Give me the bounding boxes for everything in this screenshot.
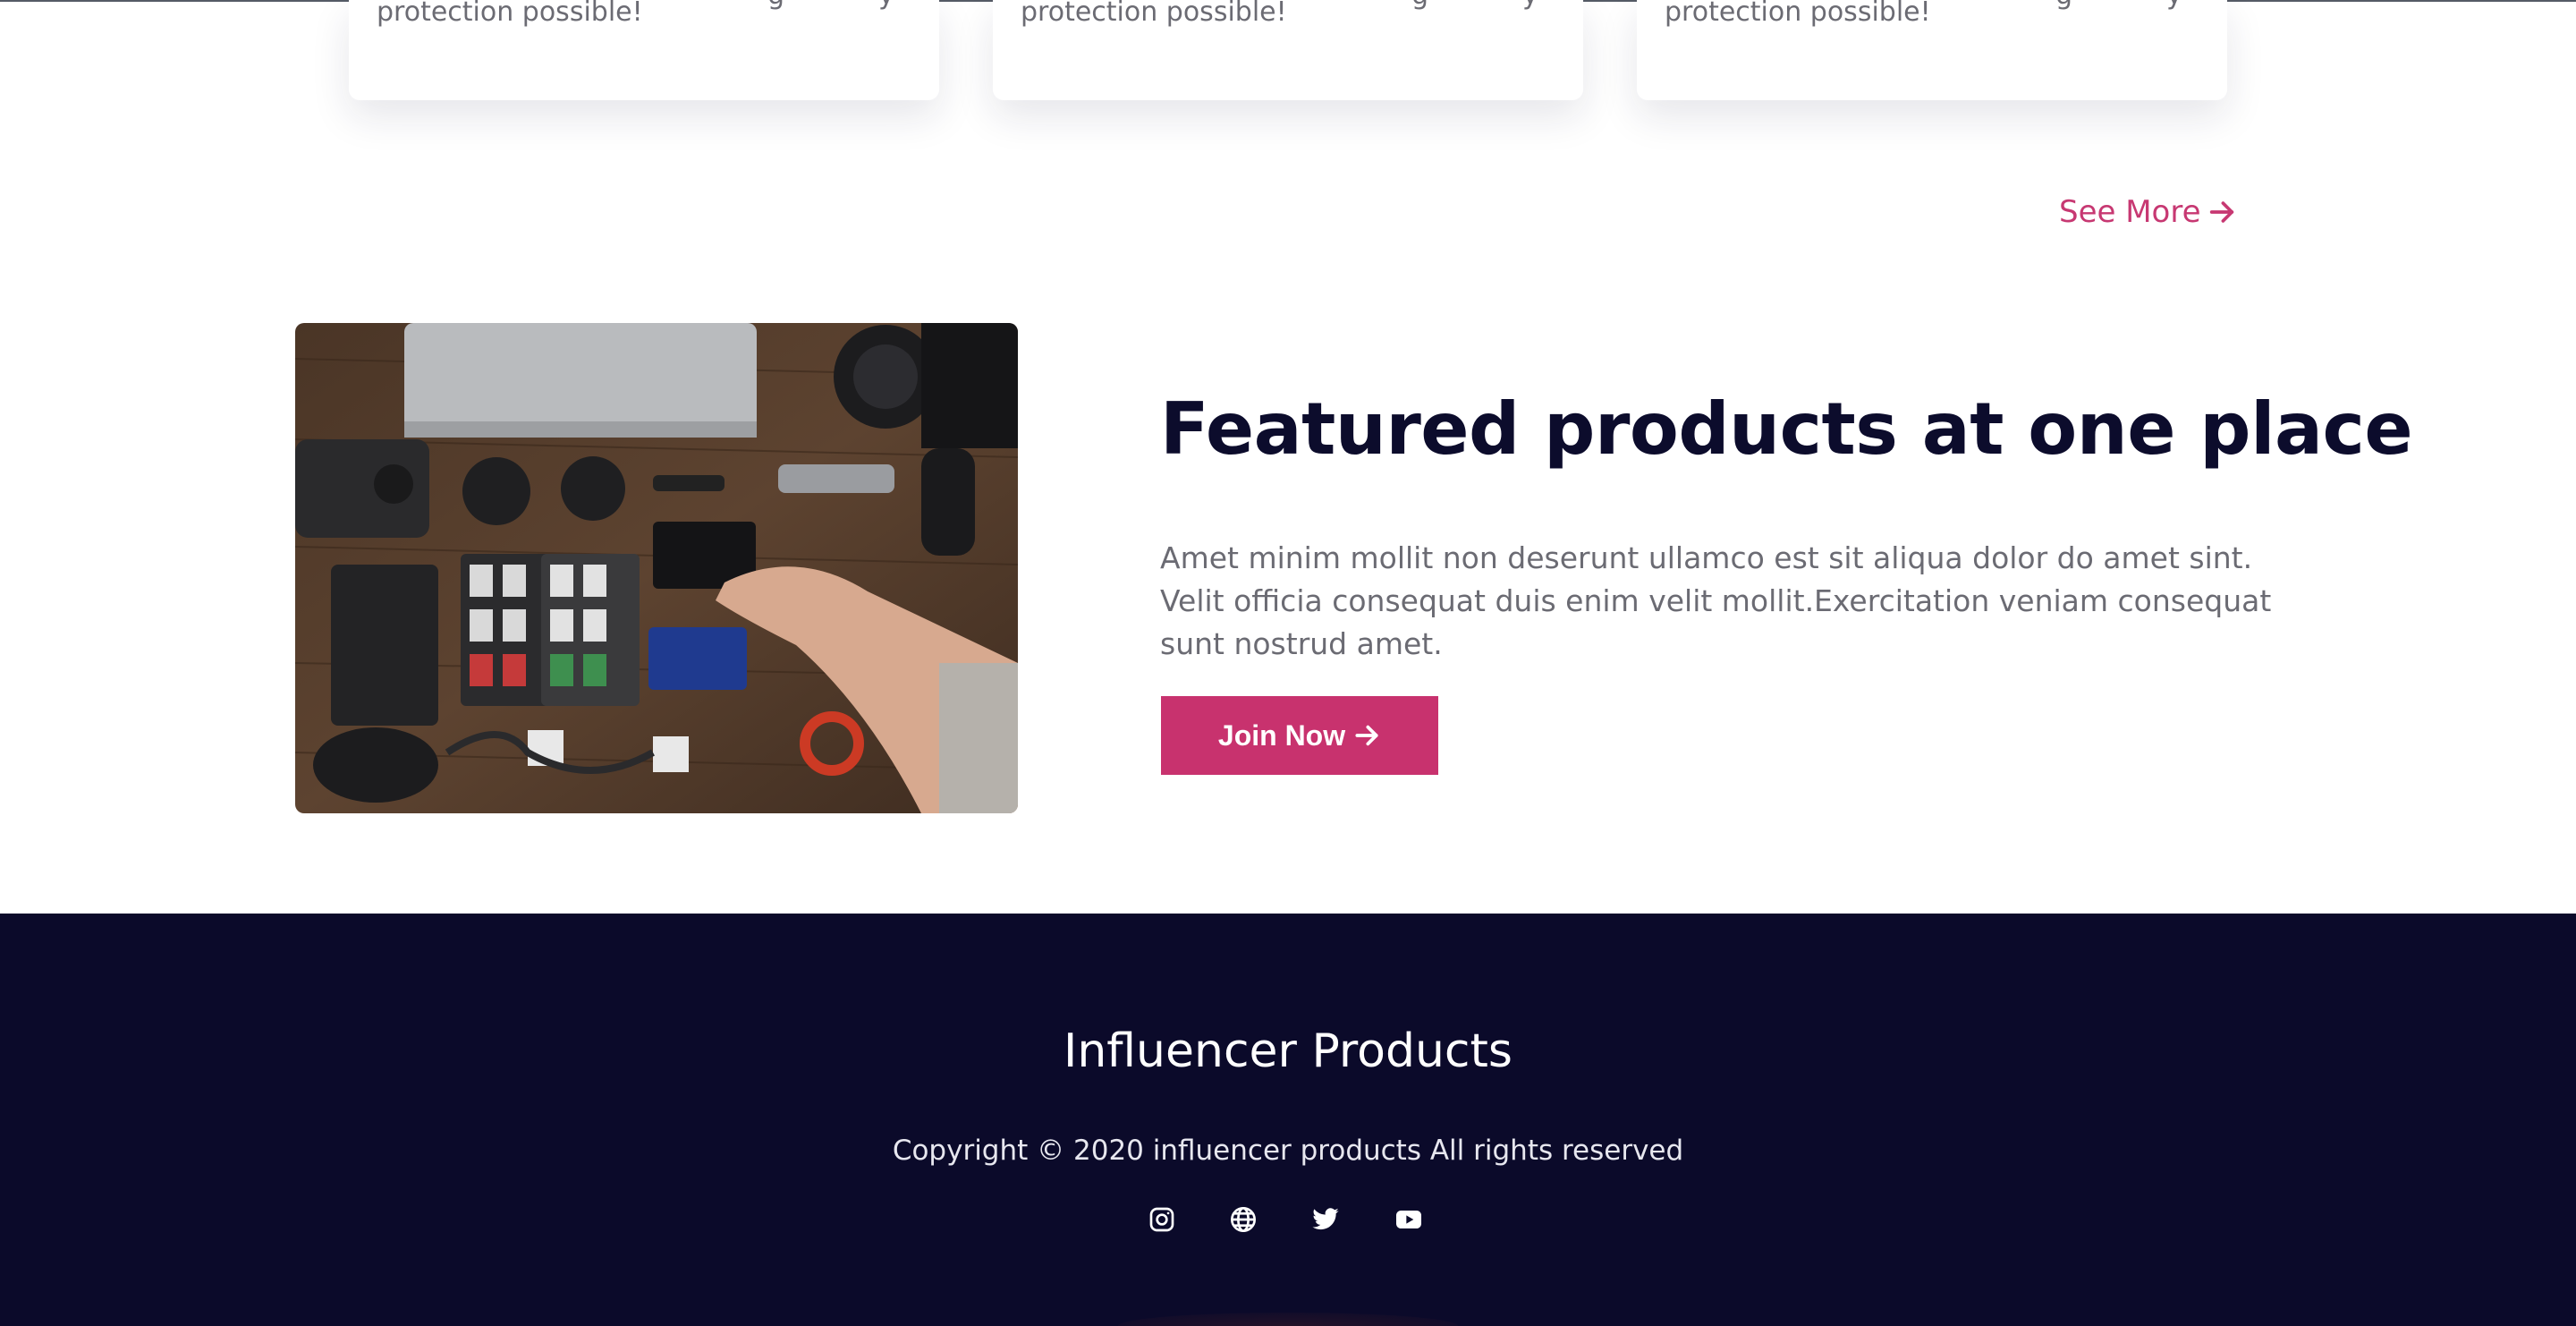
website-link[interactable] — [1225, 1202, 1261, 1237]
twitter-icon — [1312, 1208, 1339, 1230]
footer-brand: Influencer Products — [1063, 1024, 1513, 1078]
youtube-link[interactable] — [1391, 1202, 1427, 1237]
feature-title: Featured products at one place — [1160, 387, 2413, 471]
footer-copyright: Copyright © 2020 influencer products All… — [892, 1135, 1684, 1167]
feature-card-1: g y protection possible! — [349, 0, 939, 100]
arrow-right-icon — [1355, 725, 1378, 746]
globe-icon — [1231, 1207, 1256, 1232]
feature-image — [295, 323, 1018, 813]
card-text: protection possible! — [1021, 0, 1287, 28]
youtube-icon — [1396, 1211, 1421, 1228]
card-text: protection possible! — [377, 0, 643, 28]
feature-card-2: g y protection possible! — [993, 0, 1583, 100]
instagram-link[interactable] — [1144, 1202, 1180, 1237]
see-more-link[interactable]: See More — [2059, 191, 2237, 233]
see-more-label: See More — [2059, 194, 2201, 230]
join-now-label: Join Now — [1217, 718, 1346, 752]
twitter-link[interactable] — [1308, 1202, 1343, 1237]
join-now-button[interactable]: Join Now — [1161, 696, 1438, 775]
arrow-right-icon — [2209, 201, 2233, 223]
instagram-icon — [1149, 1207, 1174, 1232]
footer-bottom-shadow — [1118, 1313, 1458, 1326]
feature-card-3: g y protection possible! — [1637, 0, 2227, 100]
card-text: protection possible! — [1665, 0, 1931, 28]
feature-description: Amet minim mollit non deserunt ullamco e… — [1160, 540, 2272, 661]
footer: Influencer Products Copyright © 2020 inf… — [0, 914, 2576, 1326]
